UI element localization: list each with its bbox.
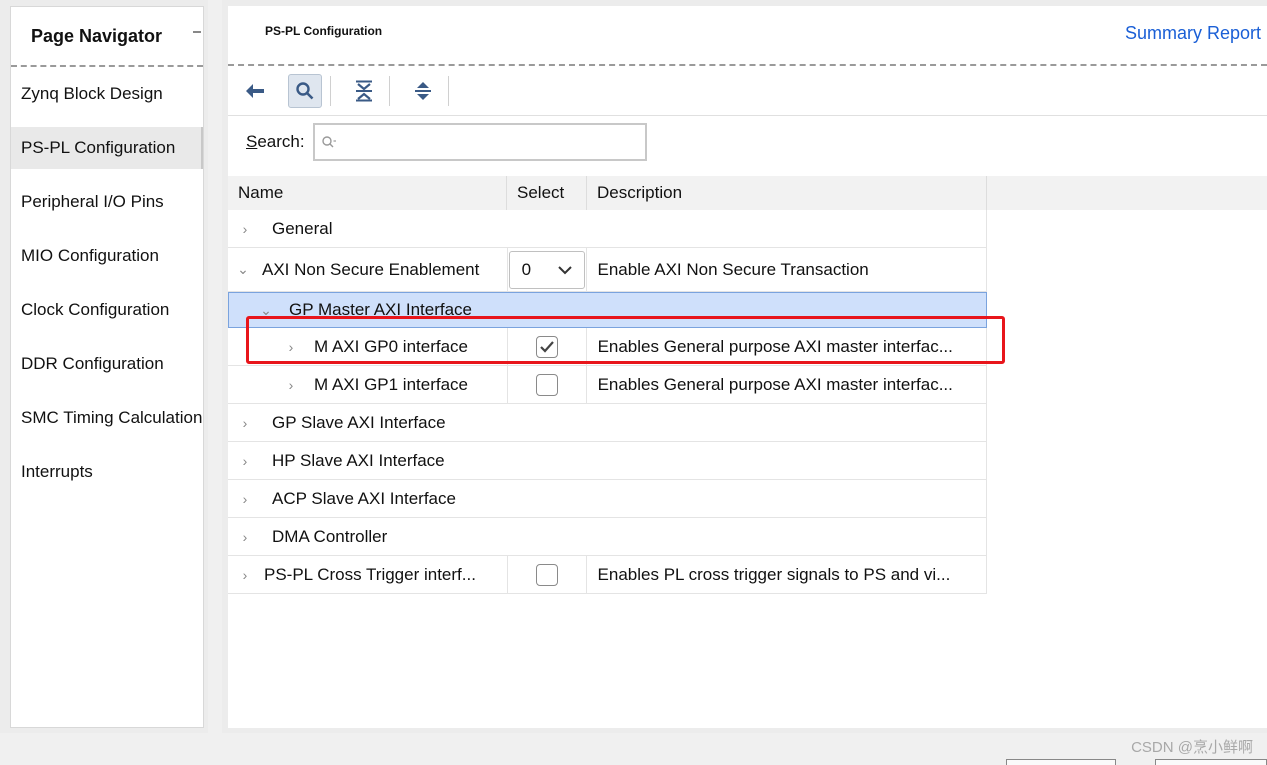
table-row[interactable]: ⌄ AXI Non Secure Enablement 0 Enable AXI … [228, 248, 987, 292]
column-header-name[interactable]: Name [228, 176, 507, 210]
row-description: Enables PL cross trigger signals to PS a… [597, 564, 951, 584]
expand-chevron-icon[interactable]: › [238, 453, 252, 469]
row-description: Enables General purpose AXI master inter… [597, 336, 953, 356]
navigator-title: Page Navigator [31, 25, 163, 46]
expand-chevron-icon[interactable]: › [284, 377, 298, 393]
collapse-all-button[interactable] [347, 74, 381, 108]
cross-trigger-checkbox[interactable] [535, 563, 558, 586]
page-navigator-panel: Page Navigator Zynq Block Design PS-PL C… [0, 0, 208, 733]
table-row[interactable]: › DMA Controller [228, 518, 987, 556]
main-panel: PS-PL Configuration Summary Report Searc… [222, 0, 1267, 733]
gp1-checkbox[interactable] [535, 373, 558, 396]
nav-item-mio-configuration[interactable]: MIO Configuration [11, 229, 203, 283]
nav-item-interrupts[interactable]: Interrupts [11, 445, 203, 499]
nav-item-smc-timing-calculation[interactable]: SMC Timing Calculation [11, 391, 203, 445]
collapse-all-icon [356, 80, 372, 101]
summary-report-link[interactable]: Summary Report [1125, 23, 1261, 44]
row-name: M AXI GP0 interface [314, 336, 469, 356]
table-row[interactable]: › M AXI GP0 interface Enables General pur… [228, 328, 987, 366]
expand-chevron-icon[interactable]: › [238, 567, 252, 583]
row-name: GP Master AXI Interface [289, 300, 472, 319]
row-name: General [272, 218, 333, 238]
search-row: Search: [228, 116, 1267, 168]
axi-non-secure-select[interactable]: 0 [508, 250, 585, 289]
back-arrow-icon [246, 83, 264, 98]
page-navigator: Page Navigator Zynq Block Design PS-PL C… [10, 6, 204, 728]
table-row[interactable]: › PS-PL Cross Trigger interf... Enables P… [228, 556, 987, 594]
page-title: PS-PL Configuration [265, 24, 383, 38]
expand-chevron-icon[interactable]: › [238, 221, 252, 237]
back-button[interactable] [238, 74, 272, 108]
toolbar-separator [448, 75, 449, 106]
table-row-selected[interactable]: ⌄ GP Master AXI Interface [228, 292, 987, 328]
dialog-button-partial[interactable] [1155, 759, 1267, 765]
row-name: AXI Non Secure Enablement [262, 259, 480, 279]
chevron-down-icon [557, 265, 572, 274]
row-name: PS-PL Cross Trigger interf... [264, 564, 476, 584]
config-tree-table: Name Select Description › General ⌄ AXI No… [228, 176, 1267, 594]
search-input[interactable] [312, 123, 647, 161]
combo-value: 0 [521, 259, 532, 279]
column-header-description[interactable]: Description [587, 176, 987, 210]
nav-item-zynq-block-design[interactable]: Zynq Block Design [11, 67, 203, 121]
search-label: Search: [246, 132, 305, 151]
row-name: DMA Controller [272, 526, 388, 546]
row-description: Enables General purpose AXI master inter… [597, 374, 953, 394]
navigator-header: Page Navigator [11, 7, 203, 67]
expand-chevron-icon[interactable]: › [238, 529, 252, 545]
table-row[interactable]: › HP Slave AXI Interface [228, 442, 987, 480]
minimize-icon[interactable] [193, 31, 201, 33]
row-description: Enable AXI Non Secure Transaction [597, 259, 869, 279]
row-name: ACP Slave AXI Interface [272, 488, 456, 508]
table-row[interactable]: › General [228, 210, 987, 248]
expand-chevron-icon[interactable]: › [284, 339, 298, 355]
expand-chevron-icon[interactable]: › [238, 491, 252, 507]
nav-item-clock-configuration[interactable]: Clock Configuration [11, 283, 203, 337]
row-name: HP Slave AXI Interface [272, 450, 445, 470]
table-row[interactable]: › GP Slave AXI Interface [228, 404, 987, 442]
nav-item-ddr-configuration[interactable]: DDR Configuration [11, 337, 203, 391]
search-field-icon [321, 136, 336, 148]
gp0-checkbox[interactable] [535, 335, 558, 358]
row-name: M AXI GP1 interface [314, 374, 469, 394]
collapse-chevron-icon[interactable]: ⌄ [236, 261, 250, 278]
expand-chevron-icon[interactable]: › [238, 415, 252, 431]
table-row[interactable]: › ACP Slave AXI Interface [228, 480, 987, 518]
row-name: GP Slave AXI Interface [272, 412, 446, 432]
search-icon [296, 81, 314, 99]
checkmark-icon [539, 340, 554, 353]
nav-item-peripheral-io-pins[interactable]: Peripheral I/O Pins [11, 175, 203, 229]
main-content: PS-PL Configuration Summary Report Searc… [228, 6, 1267, 728]
table-row[interactable]: › M AXI GP1 interface Enables General pur… [228, 366, 987, 404]
column-header-select[interactable]: Select [507, 176, 587, 210]
toolbar-separator [330, 75, 331, 106]
nav-item-ps-pl-configuration[interactable]: PS-PL Configuration [11, 127, 203, 169]
watermark: CSDN @烹小鲜啊 [1131, 739, 1253, 756]
expand-all-button[interactable] [406, 74, 440, 108]
table-header: Name Select Description [228, 176, 1267, 210]
expand-all-icon [415, 81, 431, 100]
app-window: Page Navigator Zynq Block Design PS-PL C… [0, 0, 1267, 765]
main-header: PS-PL Configuration Summary Report [228, 6, 1267, 66]
collapse-chevron-icon[interactable]: ⌄ [259, 302, 273, 319]
toolbar-separator [389, 75, 390, 106]
toolbar [228, 66, 1267, 116]
search-toggle-button[interactable] [288, 73, 322, 108]
dialog-button-partial[interactable] [1006, 759, 1116, 765]
